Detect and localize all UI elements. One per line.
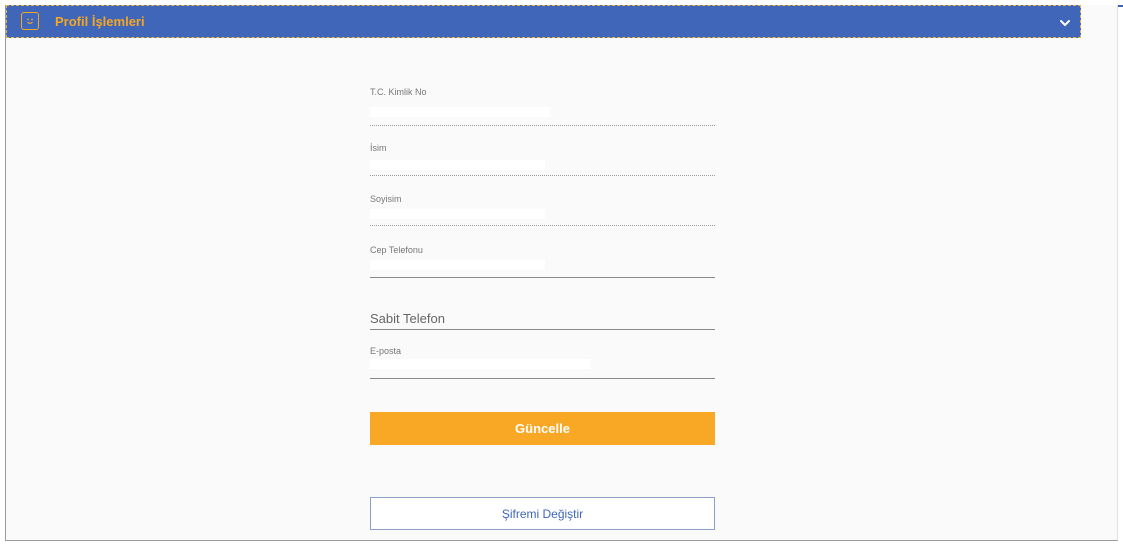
landline-placeholder[interactable]: Sabit Telefon xyxy=(370,311,445,326)
update-button[interactable]: Güncelle xyxy=(370,412,715,445)
tc-value-redacted xyxy=(370,107,550,117)
smile-icon xyxy=(21,12,39,30)
surname-label: Soyisim xyxy=(370,194,402,204)
email-label: E-posta xyxy=(370,346,402,356)
profile-panel: Profil İşlemleri T.C. Kimlik No İsim Soy… xyxy=(5,5,1118,541)
name-value-redacted xyxy=(370,160,545,170)
header-title: Profil İşlemleri xyxy=(55,14,145,29)
email-value-redacted xyxy=(370,359,590,369)
surname-underline xyxy=(370,225,715,226)
chevron-down-icon[interactable] xyxy=(1058,16,1072,28)
email-underline xyxy=(370,378,715,379)
profile-accordion-header[interactable]: Profil İşlemleri xyxy=(6,5,1081,38)
tc-label: T.C. Kimlik No xyxy=(370,87,427,97)
change-password-button[interactable]: Şifremi Değiştir xyxy=(370,497,715,530)
surname-value-redacted xyxy=(370,209,545,219)
name-underline xyxy=(370,175,715,176)
mobile-underline xyxy=(370,277,715,278)
tc-underline xyxy=(370,125,715,126)
name-label: İsim xyxy=(370,143,387,153)
landline-underline xyxy=(370,329,715,330)
mobile-value-redacted xyxy=(370,260,545,270)
mobile-label: Cep Telefonu xyxy=(370,245,423,255)
